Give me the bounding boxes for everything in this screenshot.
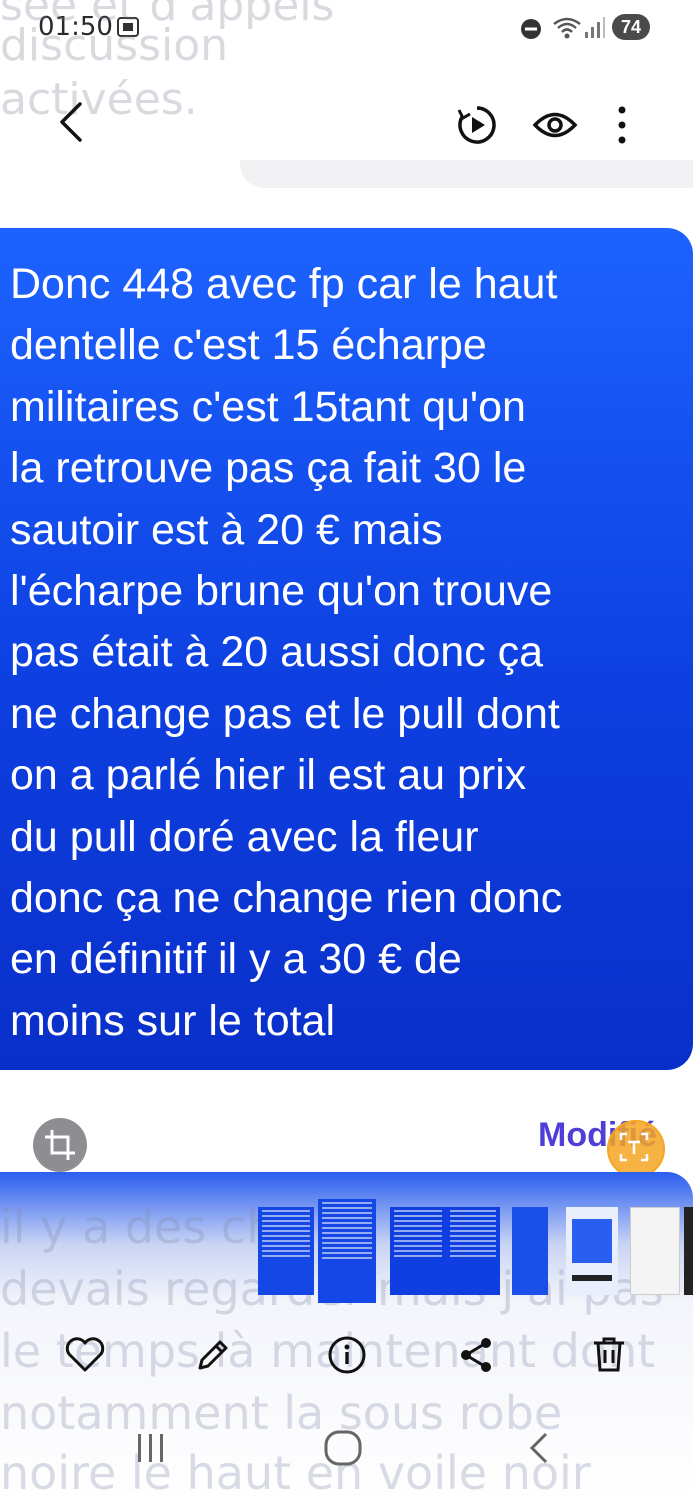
message-line: donc ça ne change rien donc <box>10 874 563 923</box>
thumbnail[interactable] <box>258 1205 314 1297</box>
thumbnail[interactable] <box>504 1205 556 1297</box>
message-text: Donc 448 avec fp car le haut dentelle c'… <box>10 254 686 1052</box>
background-text-line: notamment la sous robe <box>0 1386 563 1440</box>
crop-icon <box>45 1130 75 1160</box>
eye-icon <box>532 112 578 138</box>
recents-icon <box>138 1434 163 1462</box>
trash-icon <box>594 1337 624 1372</box>
message-line: du pull doré avec la fleur <box>10 812 479 861</box>
heart-icon <box>65 1337 105 1372</box>
more-vertical-icon <box>618 106 626 144</box>
crop-button[interactable] <box>33 1118 87 1172</box>
thumbnail[interactable] <box>446 1205 500 1297</box>
share-button[interactable] <box>452 1330 502 1380</box>
message-line: dentelle c'est 15 écharpe <box>10 321 487 370</box>
thumbnail[interactable] <box>562 1205 622 1297</box>
share-icon <box>461 1338 491 1372</box>
message-line: l'écharpe brune qu'on trouve <box>10 567 553 616</box>
view-button[interactable] <box>532 108 578 147</box>
signal-icon <box>584 16 606 45</box>
motion-photo-button[interactable] <box>456 104 498 151</box>
favorite-button[interactable] <box>60 1330 110 1380</box>
back-icon <box>529 1432 548 1464</box>
message-line: militaires c'est 15tant qu'on <box>10 382 526 431</box>
motion-photo-icon <box>457 106 496 144</box>
pencil-icon <box>198 1340 228 1370</box>
home-icon <box>324 1430 362 1466</box>
wifi-icon <box>552 16 582 45</box>
thumbnail[interactable] <box>684 1205 693 1297</box>
thumbnail[interactable] <box>630 1205 680 1297</box>
battery-level: 74 <box>612 14 650 40</box>
info-button[interactable] <box>322 1330 372 1380</box>
message-line: pas était à 20 aussi donc ça <box>10 628 544 677</box>
message-line: en définitif il y a 30 € de <box>10 935 462 984</box>
info-icon <box>328 1336 366 1374</box>
delete-button[interactable] <box>584 1330 634 1380</box>
previous-message-bubble <box>240 160 693 188</box>
recents-button[interactable] <box>134 1428 168 1473</box>
scan-text-button[interactable] <box>607 1120 665 1178</box>
thumbnail[interactable] <box>390 1205 446 1297</box>
chevron-left-icon <box>60 102 82 142</box>
message-line: sautoir est à 20 € mais <box>10 505 443 554</box>
home-button[interactable] <box>322 1428 364 1473</box>
dnd-icon <box>520 18 542 45</box>
background-text-line: noire le haut en voile noir <box>0 1446 591 1500</box>
edit-button[interactable] <box>188 1330 238 1380</box>
message-line: la retrouve pas ça fait 30 le <box>10 444 527 493</box>
message-line: on a parlé hier il est au prix <box>10 751 527 800</box>
message-line: Donc 448 avec fp car le haut <box>10 260 558 308</box>
message-line: moins sur le total <box>10 996 336 1045</box>
system-back-button[interactable] <box>522 1428 554 1473</box>
thumbnail-strip[interactable] <box>0 1199 693 1303</box>
back-button[interactable] <box>54 100 90 149</box>
thumbnail-selected[interactable] <box>318 1197 376 1305</box>
scan-text-icon <box>619 1132 649 1162</box>
more-options-button[interactable] <box>614 104 630 151</box>
message-line: ne change pas et le pull dont <box>10 689 560 738</box>
